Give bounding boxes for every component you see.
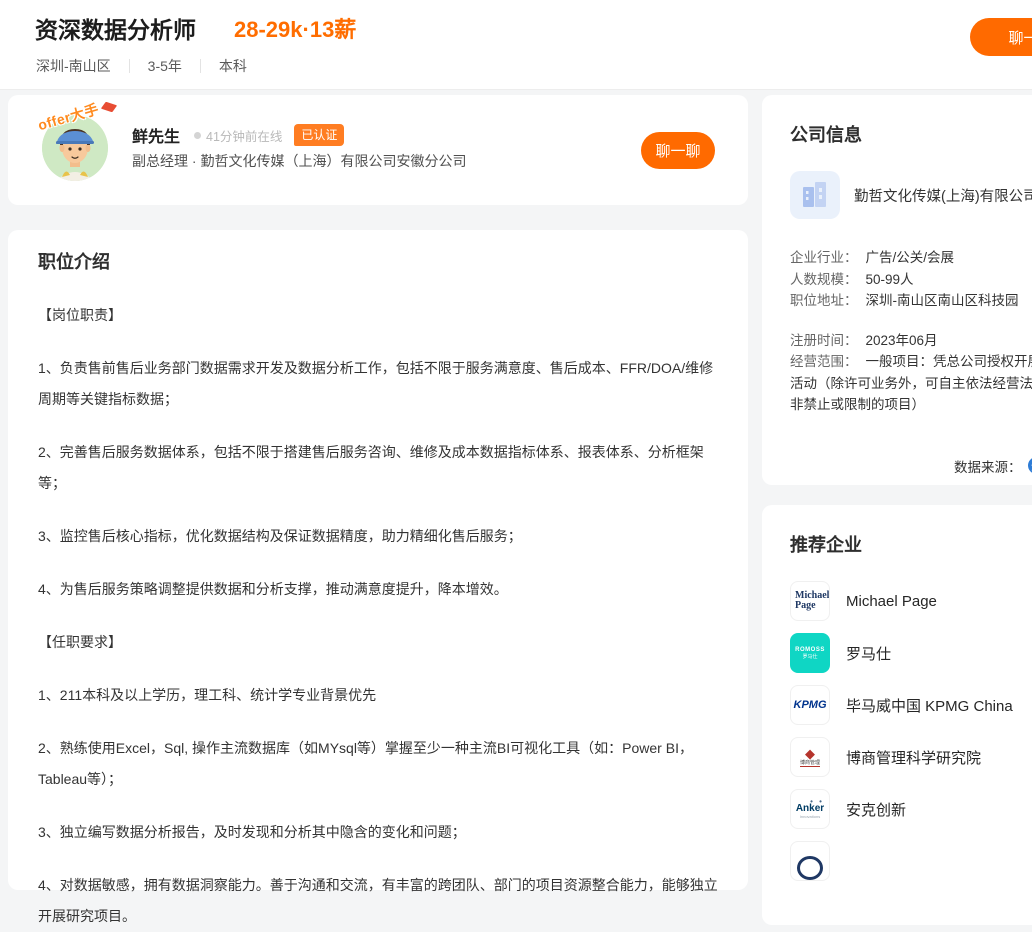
recommended-title: 推荐企业 bbox=[790, 531, 1032, 557]
divider bbox=[129, 59, 130, 73]
company-header[interactable]: 勤哲文化传媒(上海)有限公司... bbox=[790, 171, 1032, 219]
salary-text: 28-29k·13薪 bbox=[234, 12, 356, 44]
recruiter-name-row: 鲜先生 41分钟前在线 已认证 bbox=[132, 123, 344, 147]
recommended-company-partial[interactable] bbox=[790, 841, 1032, 881]
data-source-label: 数据来源： bbox=[954, 456, 1022, 476]
anker-logo: • • Anker Innovations bbox=[790, 789, 830, 829]
business-scope-row: 经营范围：一般项目：凭总公司授权开展经营活动（除许可业务外，可自主依法经营法律法… bbox=[790, 351, 1032, 416]
jd-paragraph: 3、独立编写数据分析报告，及时发现和分析其中隐含的变化和问题； bbox=[38, 817, 718, 848]
jd-paragraph: 1、负责售前售后业务部门数据需求开发及数据分析工作，包括不限于服务满意度、售后成… bbox=[38, 353, 718, 415]
job-description-title: 职位介绍 bbox=[38, 248, 718, 274]
building-icon bbox=[800, 181, 830, 209]
data-source-row: 数据来源： 企 bbox=[790, 456, 1032, 476]
company-logo bbox=[790, 171, 840, 219]
company-item-name: 毕马威中国 KPMG China bbox=[846, 695, 1013, 716]
job-experience: 3-5年 bbox=[148, 56, 182, 76]
page-header: 资深数据分析师 28-29k·13薪 深圳-南山区 3-5年 本科 聊一聊 bbox=[0, 0, 1032, 90]
logo-text: Innovations bbox=[800, 814, 820, 819]
job-meta: 深圳-南山区 3-5年 本科 bbox=[36, 56, 247, 76]
circle-logo-mark bbox=[797, 856, 823, 880]
data-source-icon[interactable]: 企 bbox=[1028, 457, 1032, 474]
recommended-company-anker[interactable]: • • Anker Innovations 安克创新 bbox=[790, 789, 1032, 829]
field-value: 50-99人 bbox=[866, 272, 914, 287]
field-label: 企业行业： bbox=[790, 250, 858, 265]
logo-text: Anker bbox=[796, 804, 824, 814]
company-item-name: 博商管理科学研究院 bbox=[846, 747, 981, 768]
field-label: 职位地址： bbox=[790, 293, 858, 308]
chat-button[interactable]: 聊一聊 bbox=[641, 132, 715, 169]
job-location: 深圳-南山区 bbox=[36, 56, 111, 76]
recommended-company-kpmg[interactable]: KPMG 毕马威中国 KPMG China bbox=[790, 685, 1032, 725]
jd-paragraph: 【任职要求】 bbox=[38, 627, 718, 658]
field-value: 深圳-南山区南山区科技园 bbox=[866, 293, 1019, 308]
jd-paragraph: 4、对数据敏感，拥有数据洞察能力。善于沟通和交流，有丰富的跨团队、部门的项目资源… bbox=[38, 870, 718, 932]
boshang-logo: ◆ 博商管理 bbox=[790, 737, 830, 777]
register-date-row: 注册时间： 2023年06月 bbox=[790, 330, 1032, 352]
job-education: 本科 bbox=[219, 56, 247, 76]
field-label: 注册时间： bbox=[790, 333, 858, 348]
field-label: 人数规模： bbox=[790, 272, 858, 287]
company-info-title: 公司信息 bbox=[790, 121, 1032, 147]
graduation-cap-icon bbox=[101, 102, 117, 113]
jd-paragraph: 2、熟练使用Excel，Sql, 操作主流数据库（如MYsql等）掌握至少一种主… bbox=[38, 733, 718, 795]
company-info-card: 公司信息 勤哲文化传媒(上海)有限公司... 企业行业： 广告/公关/会展 人数规… bbox=[762, 95, 1032, 485]
jd-paragraph: 3、监控售后核心指标，优化数据结构及保证数据精度，助力精细化售后服务； bbox=[38, 521, 718, 552]
logo-text: Page bbox=[795, 601, 816, 611]
romoss-logo: ROMOSS 罗马仕 bbox=[790, 633, 830, 673]
recruiter-title-company: 副总经理 · 勤哲文化传媒（上海）有限公司安徽分公司 bbox=[132, 151, 466, 171]
recruiter-name: 鲜先生 bbox=[132, 123, 180, 147]
field-value: 广告/公关/会展 bbox=[866, 250, 955, 265]
company-name[interactable]: 勤哲文化传媒(上海)有限公司... bbox=[854, 185, 1032, 206]
verified-badge: 已认证 bbox=[294, 124, 344, 146]
recommended-company-romoss[interactable]: ROMOSS 罗马仕 罗马仕 bbox=[790, 633, 1032, 673]
logo-text: 罗马仕 bbox=[802, 654, 817, 660]
online-status-icon bbox=[194, 132, 201, 139]
kpmg-logo: KPMG bbox=[790, 685, 830, 725]
job-detail-page: { "header": { "job_title": "资深数据分析师", "s… bbox=[0, 0, 1032, 847]
job-description-body: 【岗位职责】 1、负责售前售后业务部门数据需求开发及数据分析工作，包括不限于服务… bbox=[38, 300, 718, 932]
page-title: 资深数据分析师 bbox=[35, 11, 196, 45]
divider bbox=[200, 59, 201, 73]
recruiter-avatar[interactable]: offer大手 bbox=[39, 111, 111, 183]
logo-text: ROMOSS bbox=[795, 647, 825, 654]
online-status-text: 41分钟前在线 bbox=[206, 126, 282, 145]
field-value: 2023年06月 bbox=[866, 333, 938, 348]
company-item-name: 罗马仕 bbox=[846, 643, 891, 664]
job-description-card: 职位介绍 【岗位职责】 1、负责售前售后业务部门数据需求开发及数据分析工作，包括… bbox=[8, 230, 748, 890]
jd-paragraph: 4、为售后服务策略调整提供数据和分析支撑，推动满意度提升，降本增效。 bbox=[38, 574, 718, 605]
company-item-name: 安克创新 bbox=[846, 799, 906, 820]
jd-paragraph: 1、211本科及以上学历，理工科、统计学专业背景优先 bbox=[38, 680, 718, 711]
logo-text: KPMG bbox=[794, 699, 827, 711]
job-address-row: 职位地址： 深圳-南山区南山区科技园 bbox=[790, 290, 1032, 312]
field-label: 经营范围： bbox=[790, 354, 858, 369]
partial-company-logo bbox=[790, 841, 830, 881]
company-item-name: Michael Page bbox=[846, 593, 937, 610]
recommended-company-boshang[interactable]: ◆ 博商管理 博商管理科学研究院 bbox=[790, 737, 1032, 777]
jd-paragraph: 【岗位职责】 bbox=[38, 300, 718, 331]
jd-paragraph: 2、完善售后服务数据体系，包括不限于搭建售后服务咨询、维修及成本数据指标体系、报… bbox=[38, 437, 718, 499]
recruiter-card: offer大手 鲜先生 41分钟前在线 已认证 副总经理 · 勤哲文化传媒（上海… bbox=[8, 95, 748, 205]
recommended-companies-card: 推荐企业 Michael Page Michael Page ROMOSS 罗马… bbox=[762, 505, 1032, 925]
spacer bbox=[790, 312, 1032, 330]
logo-text: 博商管理 bbox=[800, 760, 820, 767]
header-chat-button[interactable]: 聊一聊 bbox=[970, 18, 1032, 56]
logo-mark: ◆ bbox=[805, 747, 815, 760]
michael-page-logo: Michael Page bbox=[790, 581, 830, 621]
company-industry-row: 企业行业： 广告/公关/会展 bbox=[790, 247, 1032, 269]
company-size-row: 人数规模： 50-99人 bbox=[790, 269, 1032, 291]
recommended-company-michael-page[interactable]: Michael Page Michael Page bbox=[790, 581, 1032, 621]
